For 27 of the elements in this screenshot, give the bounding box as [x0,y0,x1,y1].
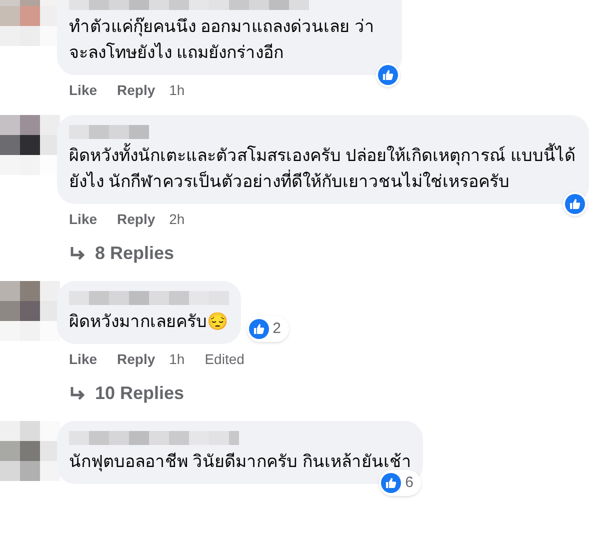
reaction-badge[interactable] [376,63,400,87]
edited-label: Edited [204,350,244,369]
reaction-badge[interactable]: 2 [246,316,289,342]
reply-link[interactable]: Reply [117,349,156,370]
reaction-count: 6 [405,472,414,492]
comment-time[interactable]: 1h [169,80,185,101]
reaction-badge[interactable] [563,192,587,216]
reply-link[interactable]: Reply [117,209,156,230]
reply-arrow-icon [69,246,87,262]
like-icon [378,65,398,85]
comment-time[interactable]: 2h [169,209,185,230]
reaction-badge[interactable]: 6 [379,470,422,496]
like-link[interactable]: Like [69,209,98,230]
like-icon [248,318,269,339]
like-icon [381,472,402,493]
comment-text: ผิดหวังมากเลยครับ😔 [69,311,229,333]
comment-time[interactable]: 1h [169,349,185,370]
comment-text: ผิดหวังทั้งนักเตะและตัวสโมสรเองครับ ปล่อยให้เกิดเหตุการณ์ แบบนี้ได้ยังไง นักกีฬาควรเป็นตัวอย่างที่ดีให้กับเยาวชนไม่ใช่เหรอครับ [69,143,577,195]
reply-link[interactable]: Reply [117,80,156,101]
reply-arrow-icon [69,386,87,402]
like-link[interactable]: Like [69,80,98,101]
reaction-count: 2 [272,318,282,338]
view-replies-link[interactable]: 8 Replies [95,240,174,267]
like-link[interactable]: Like [69,349,98,370]
like-icon [565,194,585,214]
view-replies-link[interactable]: 10 Replies [95,380,184,407]
comment-text: ทำตัวแค่กุ๊ยคนนึง ออกมาแถลงด่วนเลย ว่าจะลงโทษยังไง แถมยังกร่างอีก [69,16,376,64]
